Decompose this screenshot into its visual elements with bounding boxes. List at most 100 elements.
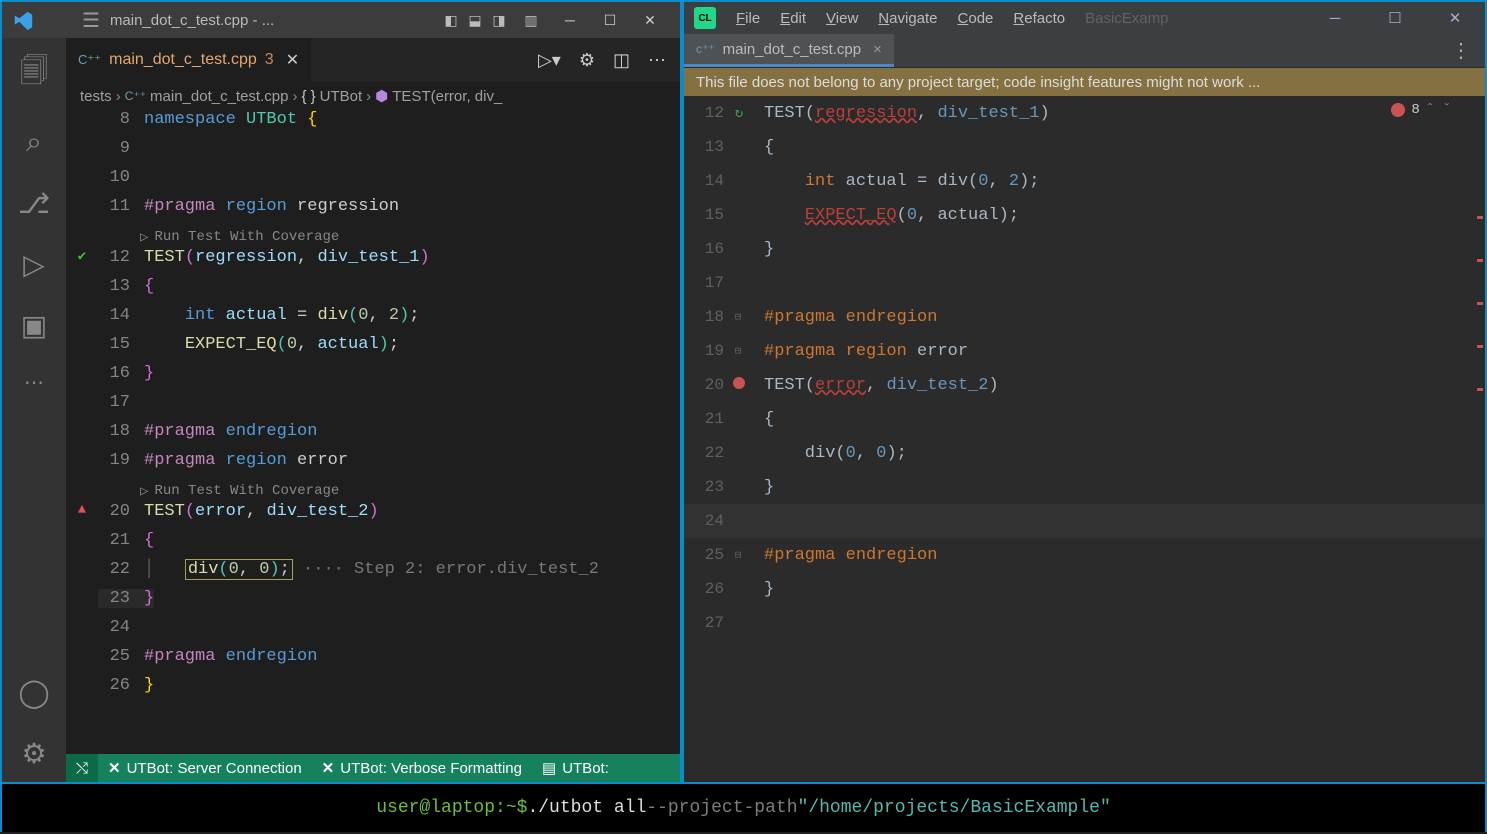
code-line[interactable]: #pragma region error: [764, 342, 968, 361]
code-lens-run[interactable]: Run Test With Coverage: [154, 229, 339, 245]
menu-navigate[interactable]: Navigate: [878, 10, 937, 27]
code-line[interactable]: #pragma region regression: [144, 197, 399, 216]
minimize-button[interactable]: ─: [1315, 10, 1355, 27]
split-editor-icon[interactable]: ◫: [613, 50, 630, 71]
code-line[interactable]: int actual = div(0, 2);: [764, 172, 1039, 191]
editor-tab[interactable]: C⁺⁺ main_dot_c_test.cpp 3 ✕: [66, 38, 311, 82]
run-dropdown-icon[interactable]: ▷▾: [538, 50, 561, 71]
menu-refactor[interactable]: Refacto: [1013, 10, 1065, 27]
status-more[interactable]: ▤UTBot:: [532, 759, 619, 777]
tab-close-icon[interactable]: ✕: [286, 50, 299, 70]
code-line[interactable]: }: [764, 240, 774, 259]
info-banner[interactable]: This file does not belong to any project…: [684, 68, 1485, 96]
line-number: 19: [684, 342, 724, 360]
breadcrumb-namespace[interactable]: UTBot: [320, 88, 363, 105]
code-lens-run[interactable]: Run Test With Coverage: [154, 483, 339, 499]
panel-bottom-icon[interactable]: ⬓: [464, 12, 486, 29]
error-stripe[interactable]: [1477, 216, 1483, 431]
search-icon[interactable]: ⌕: [2, 126, 66, 159]
run-debug-icon[interactable]: ▷: [2, 248, 66, 281]
breadcrumb-file[interactable]: main_dot_c_test.cpp: [150, 88, 288, 105]
terminal-flag: --project-path: [646, 798, 797, 818]
source-control-icon[interactable]: ⎇: [2, 187, 66, 220]
code-line[interactable]: }: [764, 580, 774, 599]
menu-code[interactable]: Code: [958, 10, 994, 27]
code-line[interactable]: │ div(0, 0); ···· Step 2: error.div_test…: [144, 560, 599, 579]
code-line[interactable]: EXPECT_EQ(0, actual);: [144, 335, 399, 354]
status-server-connection[interactable]: ✕UTBot: Server Connection: [98, 759, 312, 777]
problems-indicator[interactable]: 8 ˆ ˇ: [1391, 102, 1451, 118]
code-line[interactable]: TEST(regression, div_test_1): [144, 248, 430, 267]
fold-icon[interactable]: ⊟: [735, 346, 742, 358]
code-line[interactable]: #pragma endregion: [144, 422, 317, 441]
panel-left-icon[interactable]: ◧: [440, 12, 462, 29]
terminal[interactable]: user@laptop:~$ ./utbot all --project-pat…: [0, 782, 1487, 832]
code-line[interactable]: {: [144, 531, 154, 550]
line-number: 18: [684, 308, 724, 326]
test-pass-icon[interactable]: ✔: [66, 248, 98, 265]
more-icon[interactable]: ⋯: [2, 370, 66, 395]
close-button[interactable]: ✕: [1435, 9, 1475, 27]
code-editor[interactable]: 8 ˆ ˇ 12↻TEST(regression, div_test_1) 13…: [684, 96, 1485, 782]
line-number: 23: [98, 589, 144, 608]
code-line[interactable]: }: [144, 364, 154, 383]
breadcrumb-function[interactable]: TEST(error, div_: [392, 88, 502, 105]
line-number: 22: [684, 444, 724, 462]
menu-file[interactable]: File: [736, 10, 760, 27]
line-number: 15: [98, 335, 144, 354]
code-line[interactable]: div(0, 0);: [764, 444, 907, 463]
clion-logo-icon: CL: [694, 7, 716, 29]
code-line[interactable]: }: [144, 676, 154, 695]
minimize-button[interactable]: ─: [550, 12, 590, 28]
code-line[interactable]: #pragma endregion: [764, 308, 937, 327]
code-line[interactable]: }: [144, 589, 154, 608]
code-editor[interactable]: 8namespace UTBot { 9 10 11#pragma region…: [66, 110, 680, 754]
gear-icon[interactable]: ⚙: [2, 737, 66, 770]
code-line[interactable]: EXPECT_EQ(0, actual);: [764, 206, 1019, 225]
fold-icon[interactable]: ⊟: [735, 312, 742, 324]
line-number: 8: [98, 110, 144, 129]
more-actions-icon[interactable]: ⋯: [648, 50, 666, 71]
code-line[interactable]: TEST(regression, div_test_1): [764, 104, 1050, 123]
code-line[interactable]: TEST(error, div_test_2): [144, 502, 379, 521]
project-name: BasicExamp: [1085, 10, 1168, 27]
code-line[interactable]: #pragma endregion: [144, 647, 317, 666]
menu-edit[interactable]: Edit: [780, 10, 806, 27]
maximize-button[interactable]: ☐: [1375, 9, 1415, 27]
code-line[interactable]: {: [764, 410, 774, 429]
line-number: 21: [98, 531, 144, 550]
tab-more-icon[interactable]: ⋮: [1451, 38, 1485, 63]
line-number: 16: [684, 240, 724, 258]
fold-icon[interactable]: ⊟: [735, 550, 742, 562]
code-line[interactable]: #pragma region error: [144, 451, 348, 470]
panel-right-icon[interactable]: ◨: [488, 12, 510, 29]
breadcrumb-folder[interactable]: tests: [80, 88, 112, 105]
breadcrumb[interactable]: tests › C⁺⁺ main_dot_c_test.cpp › { } UT…: [66, 82, 680, 110]
settings-gear-icon[interactable]: ⚙: [579, 50, 595, 71]
account-icon[interactable]: ◯: [2, 676, 66, 709]
explorer-icon[interactable]: 🗐: [2, 50, 66, 98]
maximize-button[interactable]: ☐: [590, 12, 630, 29]
code-line[interactable]: TEST(error, div_test_2): [764, 376, 999, 395]
menu-view[interactable]: View: [826, 10, 858, 27]
tab-close-icon[interactable]: ×: [873, 41, 882, 58]
test-fail-icon[interactable]: ▲: [66, 502, 98, 518]
extensions-icon[interactable]: ▣: [2, 309, 66, 342]
remote-indicator[interactable]: ⤭: [66, 754, 98, 782]
code-line[interactable]: {: [764, 138, 774, 157]
status-verbose-formatting[interactable]: ✕UTBot: Verbose Formatting: [312, 759, 532, 777]
error-gutter-icon[interactable]: [724, 377, 754, 394]
layout-custom-icon[interactable]: ▥: [520, 12, 542, 29]
code-line[interactable]: #pragma endregion: [764, 546, 937, 565]
layout-buttons[interactable]: ◧ ⬓ ◨ ▥: [440, 12, 542, 29]
code-line[interactable]: {: [144, 277, 154, 296]
menu-icon[interactable]: ☰: [82, 8, 100, 33]
editor-tab[interactable]: c⁺⁺ main_dot_c_test.cpp ×: [684, 34, 894, 67]
code-line[interactable]: namespace UTBot {: [144, 110, 317, 129]
line-number: 20: [684, 376, 724, 394]
code-line[interactable]: int actual = div(0, 2);: [144, 306, 419, 325]
terminal-path: "/home/projects/BasicExample": [798, 798, 1111, 818]
run-gutter-icon[interactable]: ↻: [724, 105, 754, 122]
close-button[interactable]: ✕: [630, 12, 670, 29]
code-line[interactable]: }: [764, 478, 774, 497]
